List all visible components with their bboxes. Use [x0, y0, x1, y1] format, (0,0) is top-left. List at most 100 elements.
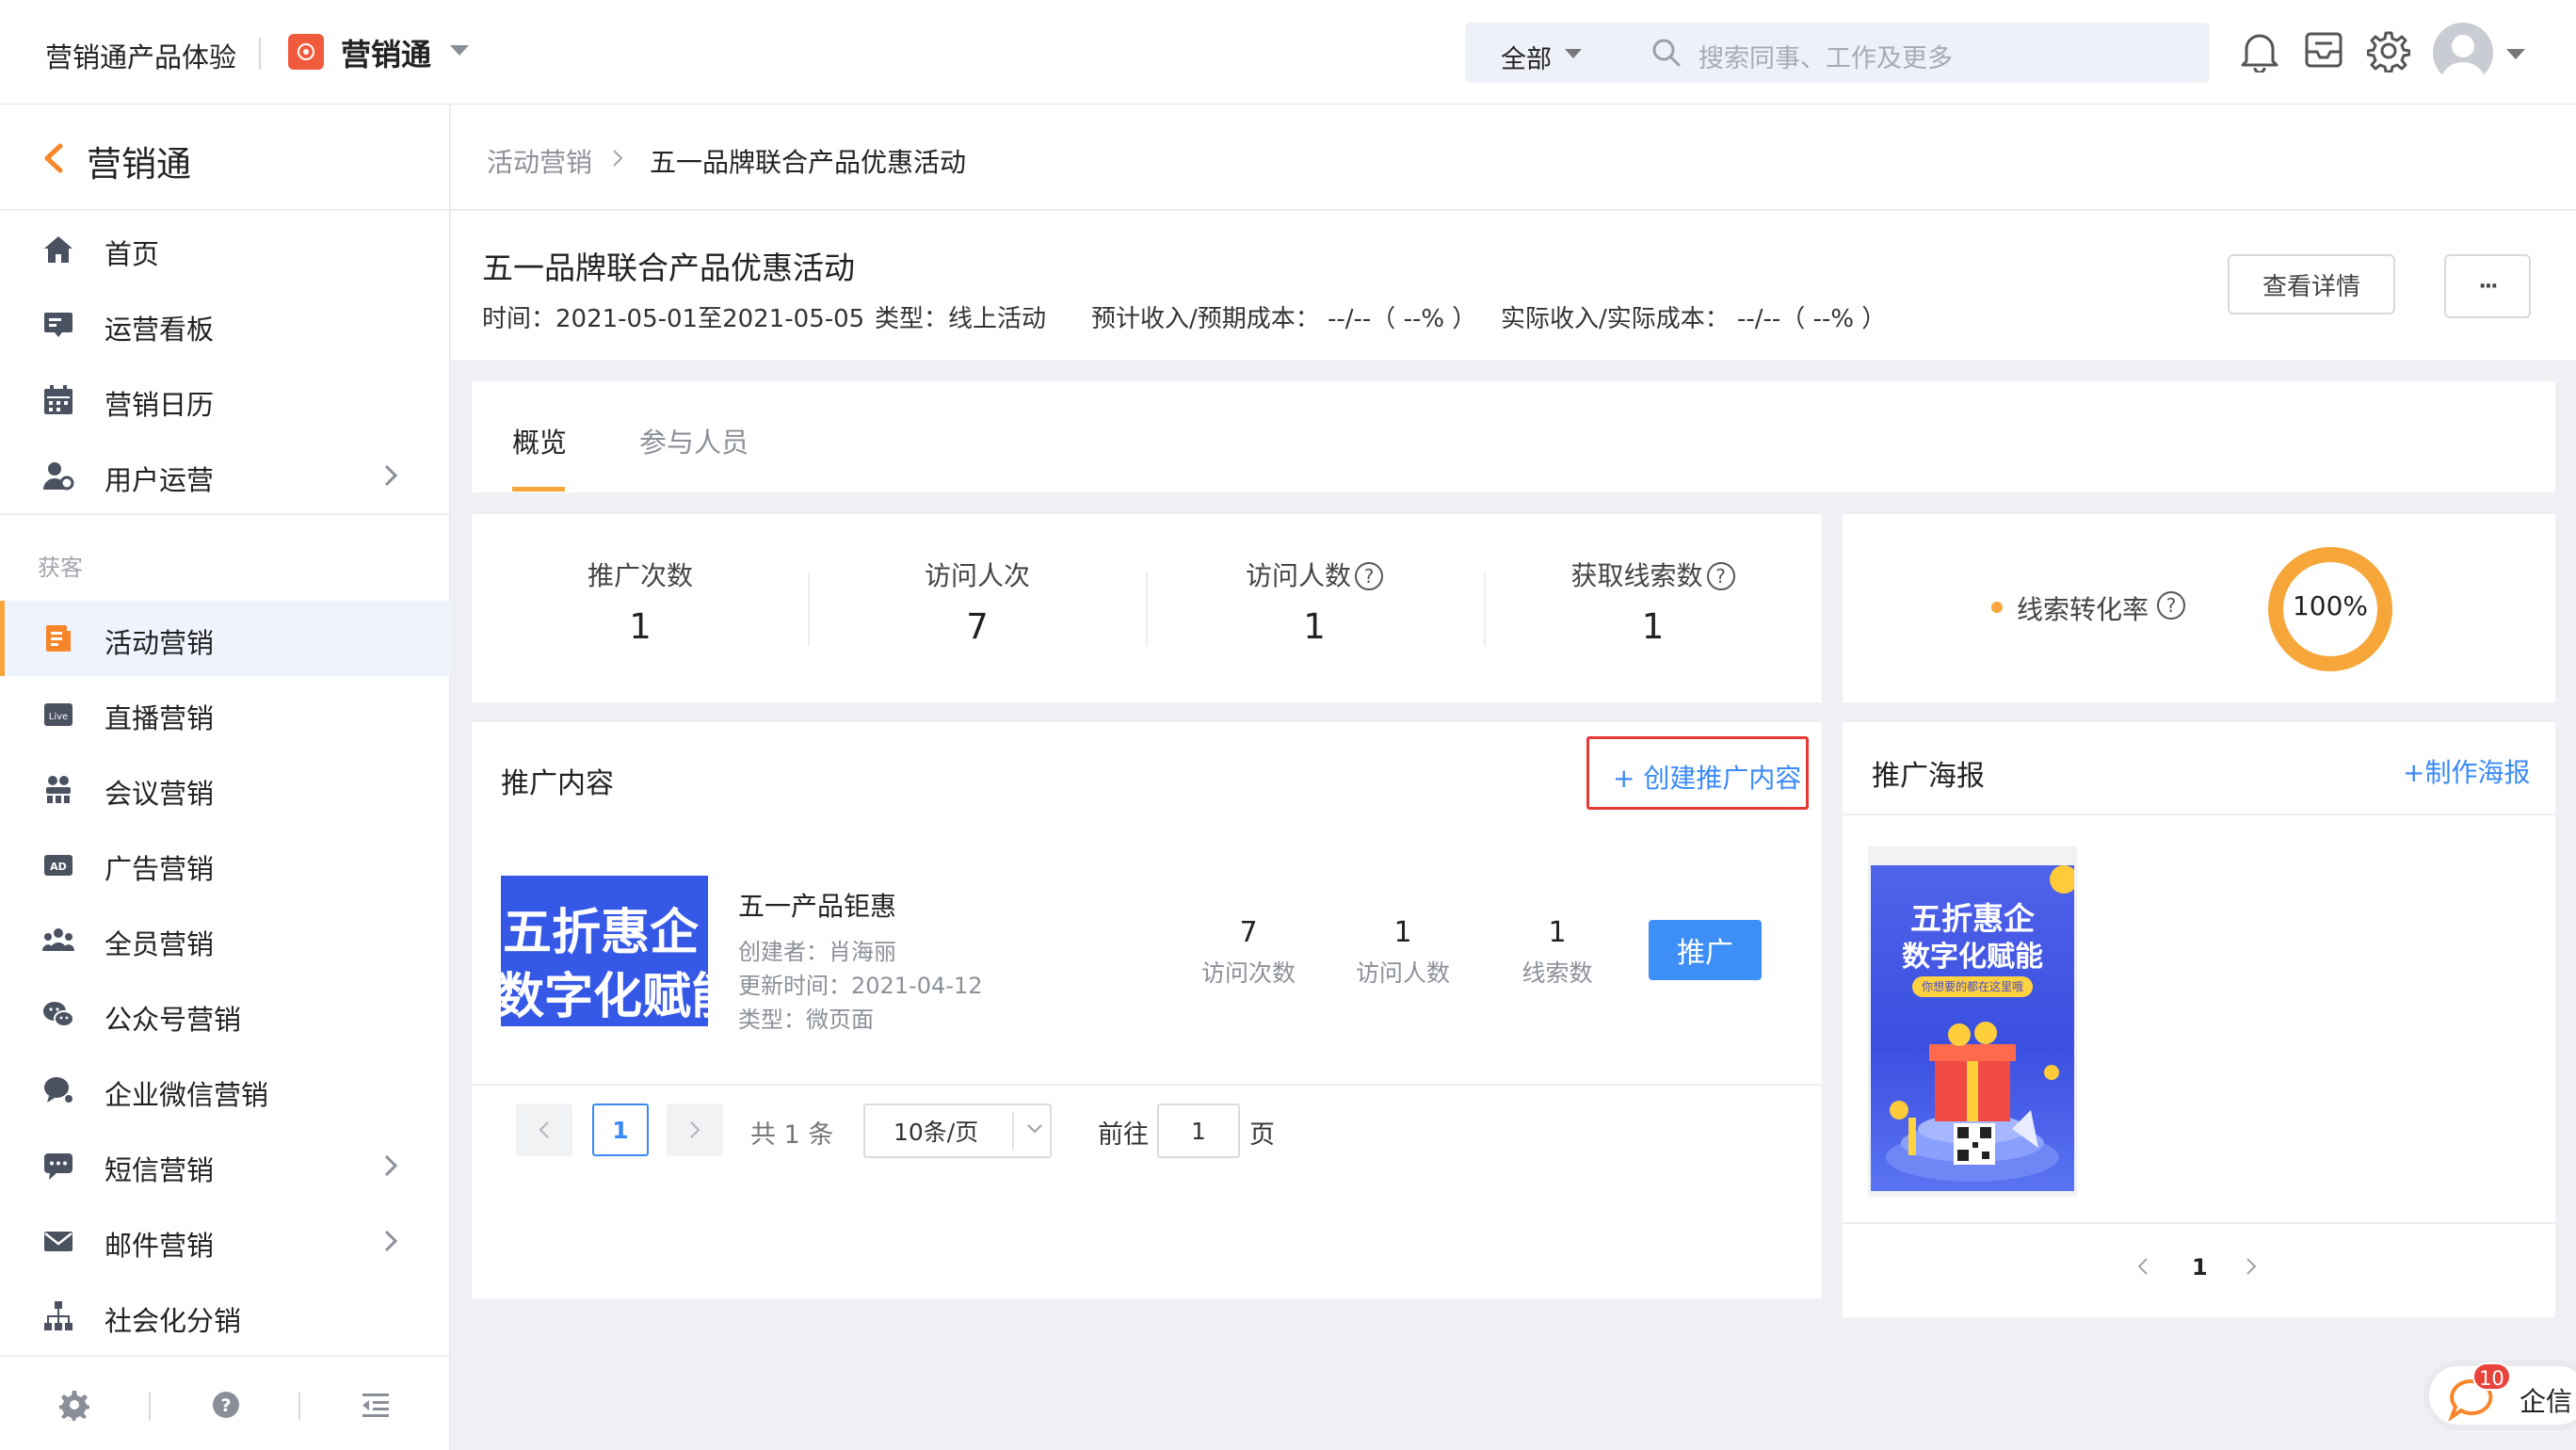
divider	[298, 1393, 300, 1421]
sidebar-item-home[interactable]: 首页	[0, 212, 450, 287]
poster-card: 推广海报 +制作海报 五折惠企 数字化赋能 你想要的都在这里哦 1	[1843, 722, 2555, 1317]
metric-visits: 7 访问次数	[1180, 916, 1317, 989]
gear-icon[interactable]	[2367, 29, 2410, 72]
collapse-menu-icon[interactable]	[360, 1389, 392, 1421]
chevron-down-icon[interactable]	[2506, 49, 2525, 59]
sidebar-item-wecom[interactable]: 企业微信营销	[0, 1053, 450, 1128]
metric-label: 访问人数	[1355, 959, 1450, 987]
help-icon[interactable]: ?	[1706, 562, 1735, 590]
qixin-chat-button[interactable]: 10 企信	[2423, 1361, 2576, 1430]
sidebar-item-label: 企业微信营销	[105, 1079, 269, 1111]
wecom-icon	[41, 1073, 75, 1107]
page-size-value: 10条/页	[894, 1119, 979, 1146]
sidebar-item-sms[interactable]: 短信营销	[0, 1128, 450, 1203]
stat-visits: 访问人次 7	[809, 556, 1146, 647]
goto-page-input[interactable]	[1157, 1104, 1240, 1158]
divider	[149, 1393, 151, 1421]
poster-headline: 五折惠企	[1910, 900, 2035, 937]
total-count: 共 1 条	[750, 1120, 834, 1150]
home-icon	[41, 233, 75, 266]
breadcrumb-current: 五一品牌联合产品优惠活动	[650, 147, 967, 178]
view-details-button[interactable]: 查看详情	[2228, 254, 2395, 314]
ad-icon: AD	[41, 847, 75, 881]
content-type: 类型：微页面	[738, 1007, 874, 1033]
prev-page-button[interactable]	[516, 1104, 572, 1156]
wechat-icon	[41, 998, 75, 1032]
page-title: 五一品牌联合产品优惠活动	[482, 250, 855, 286]
content-name[interactable]: 五一产品钜惠	[738, 886, 896, 924]
help-icon[interactable]: ?	[210, 1389, 242, 1421]
sidebar-item-live[interactable]: Live 直播营销	[0, 676, 450, 751]
highlight-box	[1586, 736, 1809, 810]
sidebar-item-label: 公众号营销	[105, 1004, 242, 1036]
help-icon[interactable]: ?	[1355, 562, 1383, 590]
sidebar-item-dashboard[interactable]: 运营看板	[0, 287, 450, 362]
stat-value: 7	[966, 606, 989, 647]
metric-value: 1	[1548, 916, 1567, 949]
top-bar: 营销通产品体验 营销通 全部 搜索同事、工作及更多	[0, 0, 2576, 105]
metric-value: 1	[1393, 916, 1412, 949]
inbox-icon[interactable]	[2303, 29, 2344, 71]
sidebar-item-meeting[interactable]: 会议营销	[0, 751, 450, 827]
sidebar-item-wechat[interactable]: 公众号营销	[0, 977, 450, 1053]
sidebar-item-all-staff[interactable]: 全员营销	[0, 902, 450, 977]
settings-icon[interactable]	[58, 1389, 90, 1421]
metric-visitors: 1 访问人数	[1334, 916, 1472, 989]
global-search[interactable]: 全部 搜索同事、工作及更多	[1465, 23, 2210, 83]
sidebar-item-label: 营销日历	[105, 389, 215, 421]
search-scope-select[interactable]: 全部	[1501, 39, 1552, 75]
sidebar-item-mail[interactable]: 邮件营销	[0, 1203, 450, 1279]
sidebar-item-ad[interactable]: AD 广告营销	[0, 827, 450, 902]
chevron-down-icon[interactable]	[450, 45, 469, 56]
tab-overview[interactable]: 概览	[512, 421, 567, 460]
divider	[0, 513, 450, 515]
card-title: 推广海报	[1872, 760, 1985, 793]
qixin-label: 企信	[2520, 1386, 2573, 1417]
content-creator: 创建者：肖海丽	[738, 939, 896, 965]
active-tab-indicator	[512, 487, 565, 491]
stat-value: 1	[629, 606, 652, 647]
app-switcher[interactable]: 营销通	[341, 31, 431, 74]
metric-value: 7	[1239, 916, 1258, 949]
promo-content-card: 推广内容 + 创建推广内容 五折惠企 数字化赋能 五一产品钜惠 创建者：肖海丽 …	[472, 722, 1822, 1298]
search-placeholder[interactable]: 搜索同事、工作及更多	[1699, 38, 1953, 74]
sidebar-item-label: 社会化分销	[105, 1305, 242, 1337]
more-actions-button[interactable]: ···	[2444, 254, 2531, 318]
thumb-text: 数字化赋能	[501, 969, 708, 1025]
sidebar-item-distribution[interactable]: 社会化分销	[0, 1279, 450, 1354]
chevron-right-icon	[382, 1228, 399, 1254]
promote-button[interactable]: 推广	[1649, 920, 1762, 980]
search-icon[interactable]	[1650, 36, 1683, 70]
back-arrow-icon[interactable]	[41, 142, 66, 174]
content-thumbnail[interactable]: 五折惠企 数字化赋能	[501, 876, 708, 1026]
page-size-select[interactable]: 10条/页	[863, 1104, 1052, 1158]
tenant-name[interactable]: 营销通产品体验	[45, 36, 236, 75]
caret-down-icon[interactable]	[1565, 49, 1582, 58]
stat-label: 推广次数	[587, 560, 693, 591]
divider	[1843, 814, 2555, 815]
next-page-button[interactable]	[667, 1104, 723, 1156]
poster-thumbnail-frame[interactable]: 五折惠企 数字化赋能 你想要的都在这里哦	[1868, 846, 2077, 1197]
sidebar-item-calendar[interactable]: 营销日历	[0, 362, 450, 438]
poster-page-number[interactable]: 1	[2192, 1254, 2208, 1281]
tab-participants[interactable]: 参与人员	[639, 421, 749, 460]
help-icon[interactable]: ?	[2157, 591, 2185, 620]
chevron-right-icon	[382, 462, 399, 489]
user-avatar[interactable]	[2433, 23, 2493, 83]
conversion-donut: 100%	[2266, 545, 2394, 673]
bell-icon[interactable]	[2239, 29, 2280, 72]
sidebar-item-activity[interactable]: 活动营销	[0, 601, 450, 676]
conversion-card: 线索转化率 ? 100%	[1843, 514, 2555, 702]
divider	[1012, 1111, 1014, 1151]
sidebar-item-user-ops[interactable]: 用户运营	[0, 438, 450, 513]
create-poster-link[interactable]: +制作海报	[2403, 752, 2530, 790]
divider	[472, 1084, 1822, 1086]
sidebar-footer: ?	[0, 1355, 450, 1450]
poster-next-button[interactable]	[2245, 1256, 2258, 1277]
card-title: 推广内容	[501, 767, 614, 800]
poster-prev-button[interactable]	[2136, 1256, 2149, 1277]
page-number[interactable]: 1	[592, 1104, 649, 1156]
divider	[0, 209, 450, 211]
breadcrumb-parent-link[interactable]: 活动营销	[487, 142, 592, 180]
goto-suffix: 页	[1249, 1120, 1275, 1150]
